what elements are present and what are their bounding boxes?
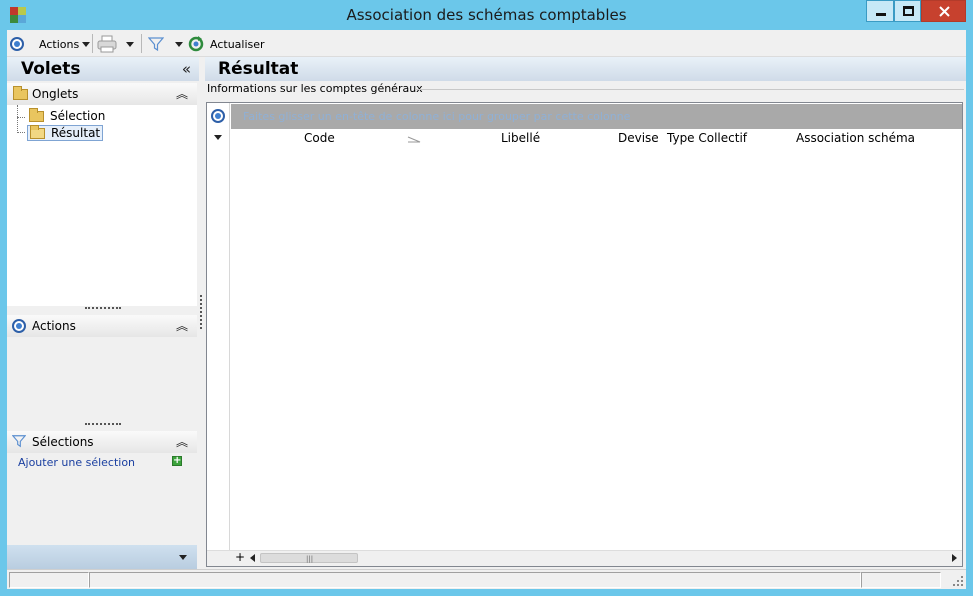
column-header-association-schema[interactable]: Association schéma <box>796 131 915 145</box>
folder-icon <box>29 107 44 122</box>
filter-icon <box>12 435 26 448</box>
chevron-down-icon[interactable] <box>214 135 222 140</box>
add-row-button[interactable]: + <box>235 550 245 564</box>
refresh-icon <box>188 36 204 52</box>
column-headers: Code Libellé Devise Type Collectif Assoc… <box>231 130 962 148</box>
chevron-down-icon <box>179 555 187 560</box>
onglets-tree: Sélection Résultat <box>7 105 197 306</box>
maximize-icon <box>903 6 914 16</box>
onglets-label: Onglets <box>32 87 79 101</box>
group-box-line <box>415 89 964 90</box>
grid-options-icon[interactable] <box>211 109 225 123</box>
close-button[interactable] <box>921 0 966 22</box>
toolbar: Actions Actualiser <box>7 30 966 57</box>
tree-connector <box>17 117 25 118</box>
actions-icon <box>12 319 26 333</box>
add-selection-link[interactable]: Ajouter une sélection <box>18 456 135 469</box>
print-button[interactable] <box>97 33 117 55</box>
tree-connector <box>17 105 25 133</box>
resize-grip-icon[interactable] <box>952 575 964 587</box>
group-box-label: Informations sur les comptes généraux <box>207 82 423 95</box>
toolbar-options-button[interactable] <box>10 33 24 55</box>
chevron-down-icon <box>175 41 183 47</box>
collapse-section-icon[interactable]: ︽ <box>176 315 188 337</box>
splitter-handle[interactable] <box>85 423 121 425</box>
close-icon <box>939 6 950 17</box>
minimize-button[interactable] <box>866 0 894 22</box>
collapse-section-icon[interactable]: ︽ <box>176 83 188 105</box>
scroll-left-icon[interactable] <box>250 554 255 562</box>
folder-icon <box>13 86 28 100</box>
filter-icon <box>148 37 164 52</box>
onglets-section-header[interactable]: Onglets ︽ <box>7 83 197 105</box>
chevron-down-icon <box>126 41 134 47</box>
add-icon[interactable]: + <box>172 456 182 466</box>
actions-section-label: Actions <box>32 319 76 333</box>
toolbar-separator <box>141 34 142 53</box>
vertical-splitter-handle[interactable] <box>200 295 202 329</box>
grid-row-selector-column <box>207 103 230 566</box>
data-grid: Faites glisser un en-tête de colonne ici… <box>206 102 963 567</box>
panel-footer[interactable] <box>7 545 197 569</box>
group-by-area[interactable]: Faites glisser un en-tête de colonne ici… <box>231 104 962 129</box>
column-header-libelle[interactable]: Libellé <box>501 131 540 145</box>
window-title: Association des schémas comptables <box>346 6 627 24</box>
print-dropdown-button[interactable] <box>123 33 134 55</box>
options-icon <box>10 37 24 51</box>
selections-body: Ajouter une sélection + <box>7 453 197 543</box>
filter-button[interactable] <box>148 33 164 55</box>
volets-title: Volets <box>21 59 81 79</box>
status-cell <box>861 572 941 588</box>
splitter-handle[interactable] <box>85 307 121 309</box>
volets-header: Volets « <box>7 57 199 81</box>
column-header-devise[interactable]: Devise <box>618 131 659 145</box>
column-header-code[interactable]: Code <box>304 131 335 145</box>
tree-item-resultat[interactable]: Résultat <box>27 124 104 141</box>
window-content: Actions Actualiser Volets « Onglets ︽ Sé… <box>7 30 966 589</box>
minimize-icon <box>876 13 886 16</box>
left-panel: Volets « Onglets ︽ Sélection Résultat Ac… <box>7 57 199 571</box>
result-header: Résultat <box>205 57 966 81</box>
status-cell <box>9 572 89 588</box>
refresh-button[interactable]: Actualiser <box>188 33 265 55</box>
sort-indicator-icon <box>407 136 421 143</box>
page-title: Résultat <box>218 59 299 79</box>
refresh-label: Actualiser <box>210 37 265 51</box>
actions-body <box>7 337 197 423</box>
tree-item-label: Sélection <box>50 108 106 123</box>
tree-item-label: Résultat <box>51 125 101 140</box>
printer-icon <box>97 35 117 53</box>
status-cell <box>89 572 861 588</box>
actions-section-header[interactable]: Actions ︽ <box>7 315 197 337</box>
selections-section-header[interactable]: Sélections ︽ <box>7 431 197 453</box>
scroll-right-icon[interactable] <box>952 554 957 562</box>
title-bar[interactable]: Association des schémas comptables <box>0 0 973 30</box>
filter-dropdown-button[interactable] <box>172 33 183 55</box>
collapse-section-icon[interactable]: ︽ <box>176 431 188 453</box>
scroll-thumb[interactable]: ||| <box>260 553 358 563</box>
grip-icon: ||| <box>306 555 314 563</box>
collapse-panel-icon[interactable]: « <box>182 57 191 81</box>
selections-section-label: Sélections <box>32 435 94 449</box>
chevron-down-icon <box>82 41 91 47</box>
open-folder-icon <box>30 124 45 139</box>
main-panel: Résultat Informations sur les comptes gé… <box>205 57 966 571</box>
actions-menu-label: Actions <box>39 37 80 51</box>
maximize-button[interactable] <box>894 0 921 22</box>
column-header-type-collectif[interactable]: Type Collectif <box>667 131 747 145</box>
status-bar <box>7 569 966 589</box>
toolbar-separator <box>92 34 93 53</box>
horizontal-scrollbar[interactable]: + ||| <box>207 550 962 566</box>
actions-menu-button[interactable]: Actions <box>39 33 91 55</box>
application-window: Association des schémas comptables Actio… <box>0 0 973 596</box>
tree-item-selection[interactable]: Sélection <box>29 107 106 124</box>
